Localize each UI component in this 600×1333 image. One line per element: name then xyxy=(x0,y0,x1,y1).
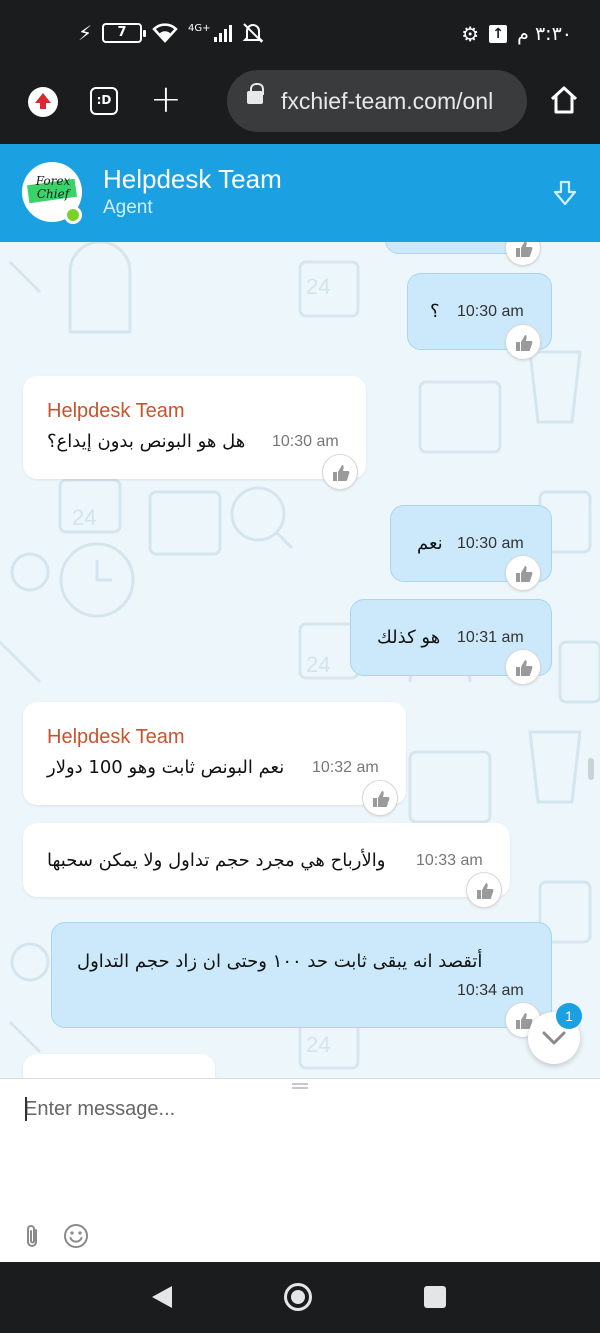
message-composer xyxy=(0,1078,600,1262)
agent-role: Agent xyxy=(103,197,153,218)
charging-icon: ⚡ xyxy=(78,21,93,45)
back-icon[interactable] xyxy=(150,1284,174,1310)
message-time: 10:30 am xyxy=(457,535,524,552)
pattern-calendar-label: 24 xyxy=(72,505,96,530)
message-time: 10:32 am xyxy=(312,759,379,776)
message-text: أتقصد انه يبقى ثابت حد ١٠٠ وحتى ان زاد ح… xyxy=(77,951,483,972)
system-nav-bar xyxy=(0,1262,600,1333)
paperclip-icon[interactable] xyxy=(22,1223,42,1249)
pattern-calendar-label: 24 xyxy=(306,652,330,677)
signal-icon: 4G+ xyxy=(188,24,232,42)
avatar-logo: Forex Chief xyxy=(35,174,71,201)
recent-apps-icon[interactable] xyxy=(424,1286,446,1308)
like-button[interactable] xyxy=(322,454,358,490)
message-time: 10:34 am xyxy=(457,982,524,999)
emoji-icon[interactable] xyxy=(63,1223,89,1249)
home-icon[interactable] xyxy=(548,84,580,116)
battery-level: 7 xyxy=(117,25,127,40)
agent-name: Helpdesk Team xyxy=(103,164,282,194)
tabs-icon[interactable]: :D xyxy=(90,87,118,115)
home-nav-icon[interactable] xyxy=(283,1282,313,1312)
status-bar: ⚡ 7 4G+ ⚙ ↑ ٣:٣٠ م xyxy=(0,0,600,68)
message-bubble-outgoing: أتقصد انه يبقى ثابت حد ١٠٠ وحتى ان زاد ح… xyxy=(51,922,552,1028)
message-input[interactable] xyxy=(24,1093,574,1125)
upload-icon: ↑ xyxy=(489,25,508,43)
new-tab-icon[interactable]: + xyxy=(150,80,182,118)
message-time: 10:30 am xyxy=(457,303,524,320)
url-text[interactable]: fxchief-team.com/onl xyxy=(281,87,517,115)
message-sender: Helpdesk Team xyxy=(47,726,185,748)
unread-count-badge: 1 xyxy=(556,1003,582,1029)
status-time: ٣:٣٠ م xyxy=(517,23,572,45)
like-button[interactable] xyxy=(505,649,541,685)
pattern-calendar-label: 24 xyxy=(306,274,330,299)
message-text: هل هو البونص بدون إيداع؟ xyxy=(47,431,246,452)
message-time: 10:30 am xyxy=(272,433,339,450)
resize-handle[interactable] xyxy=(292,1083,308,1089)
message-text: نعم البونص ثابت وهو 100 دولار xyxy=(47,757,285,778)
message-time: 10:33 am xyxy=(416,852,483,869)
mute-icon xyxy=(242,23,263,43)
download-icon[interactable] xyxy=(552,180,578,208)
message-bubble-incoming: والأرباح هي مجرد حجم تداول ولا يمكن سحبه… xyxy=(23,823,510,897)
message-text: ؟ xyxy=(430,301,440,322)
update-icon[interactable] xyxy=(28,87,58,117)
address-bar[interactable]: fxchief-team.com/onl xyxy=(227,70,527,132)
message-bubble-incoming: Helpdesk Team هل هو البونص بدون إيداع؟ 1… xyxy=(23,376,366,479)
like-button[interactable] xyxy=(362,780,398,816)
scrollbar[interactable] xyxy=(588,758,594,780)
chevron-down-icon xyxy=(542,1031,566,1045)
status-right-icons: ⚙ ↑ ٣:٣٠ م xyxy=(461,22,572,46)
message-bubble-incoming: Helpdesk Team نعم البونص ثابت وهو 100 دو… xyxy=(23,702,406,805)
lock-icon xyxy=(247,83,264,104)
message-text: هو كذلك xyxy=(377,627,441,648)
pattern-calendar-label: 24 xyxy=(306,1032,330,1057)
message-text: نعم xyxy=(417,533,443,554)
message-text: والأرباح هي مجرد حجم تداول ولا يمكن سحبه… xyxy=(47,850,386,871)
chat-header: Forex Chief Helpdesk Team Agent xyxy=(0,144,600,242)
browser-toolbar: :D + fxchief-team.com/onl xyxy=(0,68,600,144)
chat-messages[interactable]: 24 24 24 24 ؟ 10:30 am Helpdesk Team هل … xyxy=(0,242,600,1078)
online-status-dot xyxy=(64,206,82,224)
message-time: 10:31 am xyxy=(457,629,524,646)
text-caret xyxy=(25,1097,27,1121)
wifi-icon xyxy=(152,23,178,43)
battery-icon: 7 xyxy=(102,23,147,43)
like-button[interactable] xyxy=(505,555,541,591)
status-left-icons: ⚡ 7 4G+ xyxy=(78,22,264,44)
message-bubble-partial xyxy=(23,1054,215,1078)
network-type: 4G+ xyxy=(188,23,211,34)
message-sender: Helpdesk Team xyxy=(47,400,185,422)
like-button[interactable] xyxy=(505,324,541,360)
like-button[interactable] xyxy=(466,872,502,908)
settings-icon: ⚙ xyxy=(461,22,480,46)
